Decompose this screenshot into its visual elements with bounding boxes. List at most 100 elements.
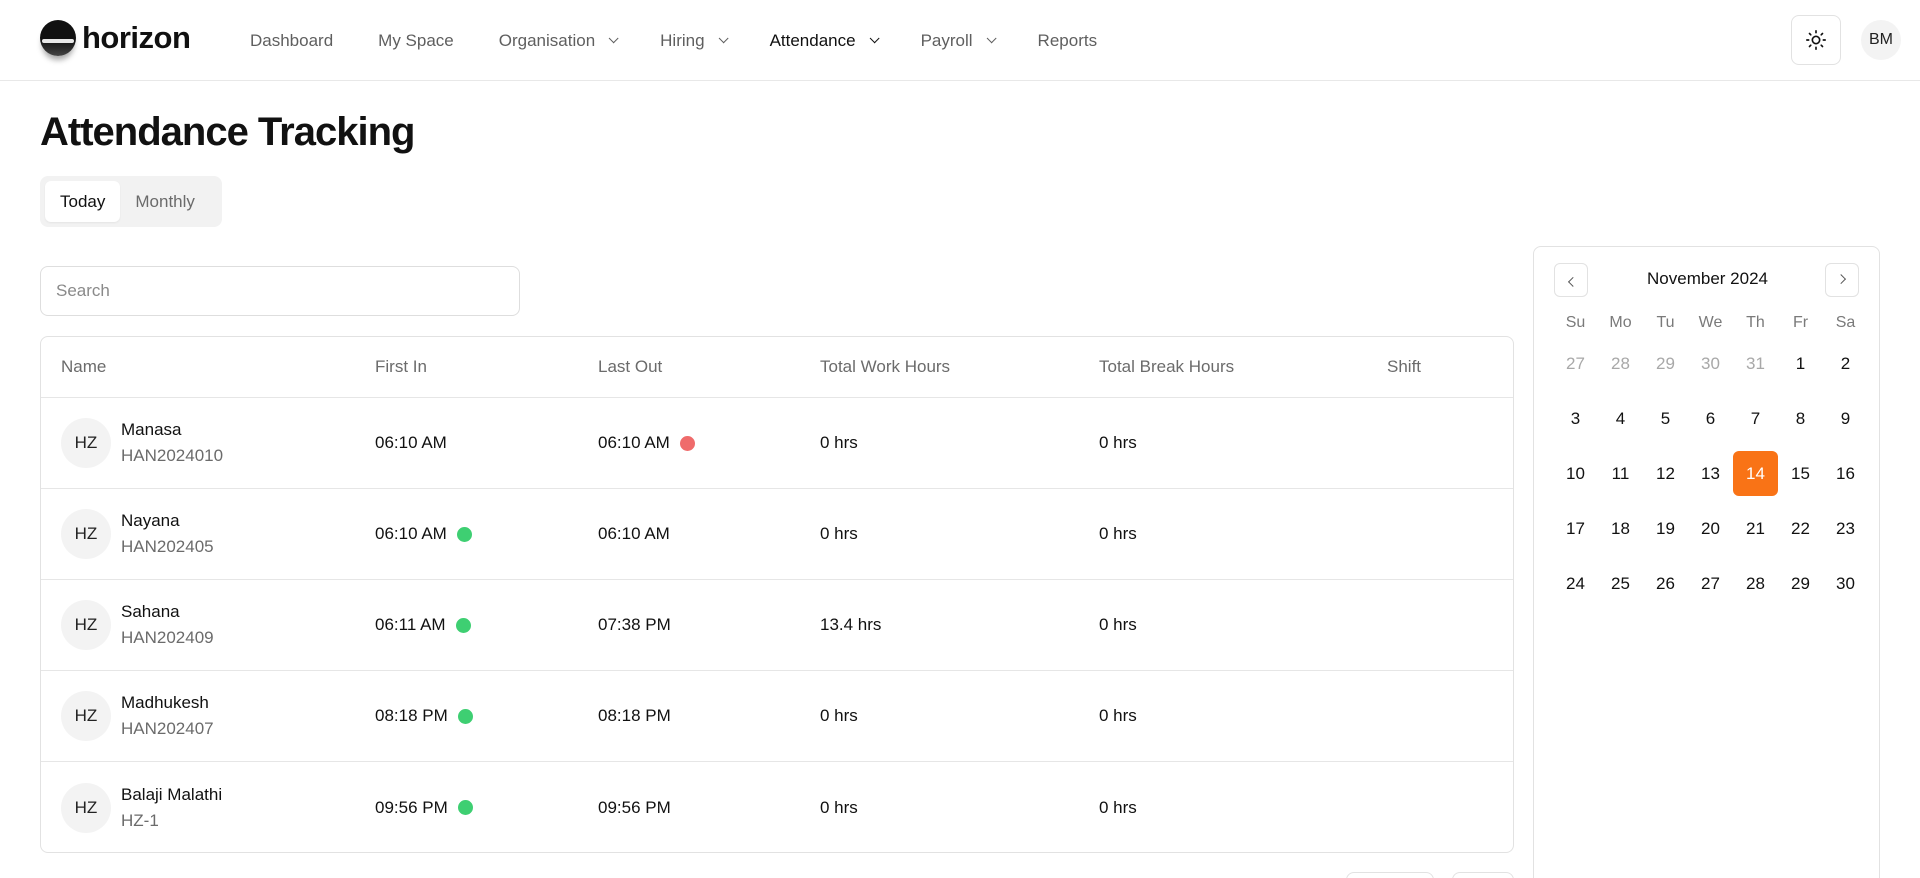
calendar-day[interactable]: 19 (1643, 506, 1688, 551)
column-header-total-work-hours[interactable]: Total Work Hours (820, 357, 1099, 377)
calendar-day[interactable]: 30 (1823, 561, 1868, 606)
column-header-last-out[interactable]: Last Out (598, 357, 820, 377)
last-out-time: 06:10 AM (598, 524, 670, 543)
calendar-day[interactable]: 6 (1688, 396, 1733, 441)
total-break-hours: 0 hrs (1099, 433, 1137, 452)
calendar-day[interactable]: 16 (1823, 451, 1868, 496)
calendar-day[interactable]: 1 (1778, 341, 1823, 386)
calendar-day[interactable]: 11 (1598, 451, 1643, 496)
calendar-day[interactable]: 2 (1823, 341, 1868, 386)
nav-item-organisation[interactable]: Organisation (499, 31, 619, 51)
calendar-day[interactable]: 28 (1598, 341, 1643, 386)
calendar-day[interactable]: 17 (1553, 506, 1598, 551)
calendar-day[interactable]: 29 (1643, 341, 1688, 386)
column-header-name[interactable]: Name (41, 357, 375, 377)
nav-item-dashboard[interactable]: Dashboard (250, 31, 333, 51)
calendar-day[interactable]: 9 (1823, 396, 1868, 441)
calendar-day[interactable]: 20 (1688, 506, 1733, 551)
last-out-cell: 06:10 AM (598, 433, 820, 453)
column-header-shift[interactable]: Shift (1387, 357, 1487, 377)
calendar-day[interactable]: 10 (1553, 451, 1598, 496)
calendar-day[interactable]: 12 (1643, 451, 1688, 496)
calendar-day[interactable]: 13 (1688, 451, 1733, 496)
pagination-button[interactable] (1452, 872, 1514, 878)
calendar-day[interactable]: 25 (1598, 561, 1643, 606)
employee-avatar: HZ (61, 782, 111, 833)
calendar-next-month-button[interactable] (1825, 263, 1859, 297)
nav-item-hiring[interactable]: Hiring (660, 30, 729, 51)
calendar-day-selected[interactable]: 14 (1733, 451, 1778, 496)
calendar-day[interactable]: 26 (1643, 561, 1688, 606)
employee-id: HAN202409 (121, 628, 214, 647)
calendar-day[interactable]: 29 (1778, 561, 1823, 606)
first-in-time: 06:11 AM (375, 615, 446, 634)
first-in-cell: 06:11 AM (375, 615, 598, 635)
total-break-hours: 0 hrs (1099, 706, 1137, 725)
calendar-day[interactable]: 28 (1733, 561, 1778, 606)
calendar-day[interactable]: 27 (1688, 561, 1733, 606)
calendar-day[interactable]: 23 (1823, 506, 1868, 551)
pagination-button[interactable] (1346, 872, 1434, 878)
calendar-day[interactable]: 5 (1643, 396, 1688, 441)
calendar-day[interactable]: 30 (1688, 341, 1733, 386)
employee-info: Sahana HAN202409 (121, 599, 214, 651)
nav-item-label: Hiring (660, 30, 705, 50)
user-avatar[interactable]: BM (1861, 20, 1901, 60)
nav-item-attendance[interactable]: Attendance (770, 31, 880, 51)
calendar-prev-month-button[interactable] (1554, 263, 1588, 297)
nav-item-payroll[interactable]: Payroll (921, 31, 997, 51)
calendar-day[interactable]: 21 (1733, 506, 1778, 551)
last-out-cell: 06:10 AM (598, 524, 820, 544)
horizon-logo-icon (40, 20, 76, 56)
column-header-total-break-hours[interactable]: Total Break Hours (1099, 357, 1387, 377)
first-in-time: 09:56 PM (375, 797, 448, 817)
status-dot-green (455, 617, 471, 633)
employee-cell: HZ Balaji Malathi HZ-1 (41, 782, 375, 834)
calendar-day[interactable]: 22 (1778, 506, 1823, 551)
calendar-day[interactable]: 4 (1598, 396, 1643, 441)
column-header-first-in[interactable]: First In (375, 357, 598, 377)
chevron-left-icon (1567, 276, 1578, 287)
calendar-day[interactable]: 8 (1778, 396, 1823, 441)
table-row[interactable]: HZ Manasa HAN2024010 06:10 AM 06:10 AM 0 hrs 0… (41, 398, 1513, 489)
table-row[interactable]: HZ Nayana HAN202405 06:10 AM 06:10 AM 0 hrs 0 … (41, 489, 1513, 580)
calendar-day[interactable]: 31 (1733, 341, 1778, 386)
table-row[interactable]: HZ Madhukesh HAN202407 08:18 PM 08:18 PM 0 hr… (41, 671, 1513, 762)
calendar-weekday-label: Mo (1609, 314, 1632, 331)
search-input[interactable] (40, 266, 520, 316)
nav-item-my-space[interactable]: My Space (378, 31, 454, 51)
calendar-weekday-label: Th (1746, 314, 1765, 331)
employee-cell: HZ Manasa HAN2024010 (41, 417, 375, 469)
chevron-down-icon (869, 33, 880, 44)
nav-item-label: Dashboard (250, 30, 334, 50)
theme-toggle-button[interactable] (1791, 15, 1841, 65)
tab-monthly[interactable]: Monthly (120, 181, 210, 222)
calendar-day[interactable]: 24 (1553, 561, 1598, 606)
calendar-day[interactable]: 7 (1733, 396, 1778, 441)
calendar-day[interactable]: 3 (1553, 396, 1598, 441)
table-row[interactable]: HZ Sahana HAN202409 06:11 AM 07:38 PM 13.4 hr… (41, 580, 1513, 671)
calendar-day[interactable]: 15 (1778, 451, 1823, 496)
chevron-down-icon (986, 33, 997, 44)
employee-info: Madhukesh HAN202407 (121, 690, 214, 742)
first-in-cell: 08:18 PM (375, 706, 598, 726)
calendar-weekday-label: We (1698, 314, 1723, 331)
total-work-hours: 13.4 hrs (820, 615, 882, 634)
employee-id: HAN2024010 (121, 446, 224, 465)
calendar-day[interactable]: 18 (1598, 506, 1643, 551)
view-tabs: Today Monthly (40, 176, 222, 227)
table-row[interactable]: HZ Balaji Malathi HZ-1 09:56 PM 09:56 PM 0 hr… (41, 762, 1513, 852)
nav-item-reports[interactable]: Reports (1038, 31, 1098, 51)
brand-logo[interactable]: horizon (40, 18, 191, 58)
calendar-day[interactable]: 27 (1553, 341, 1598, 386)
first-in-time: 06:10 AM (375, 433, 447, 452)
calendar-weekday-label: Sa (1835, 314, 1856, 331)
first-in-cell: 06:10 AM (375, 433, 598, 453)
employee-id: HZ-1 (121, 810, 159, 830)
employee-id: HAN202407 (121, 719, 214, 738)
employee-name: Manasa (121, 420, 182, 439)
employee-avatar: HZ (61, 691, 111, 741)
tab-today[interactable]: Today (45, 181, 121, 222)
employee-avatar: HZ (61, 418, 111, 468)
calendar-weekday-label: Su (1565, 314, 1586, 331)
